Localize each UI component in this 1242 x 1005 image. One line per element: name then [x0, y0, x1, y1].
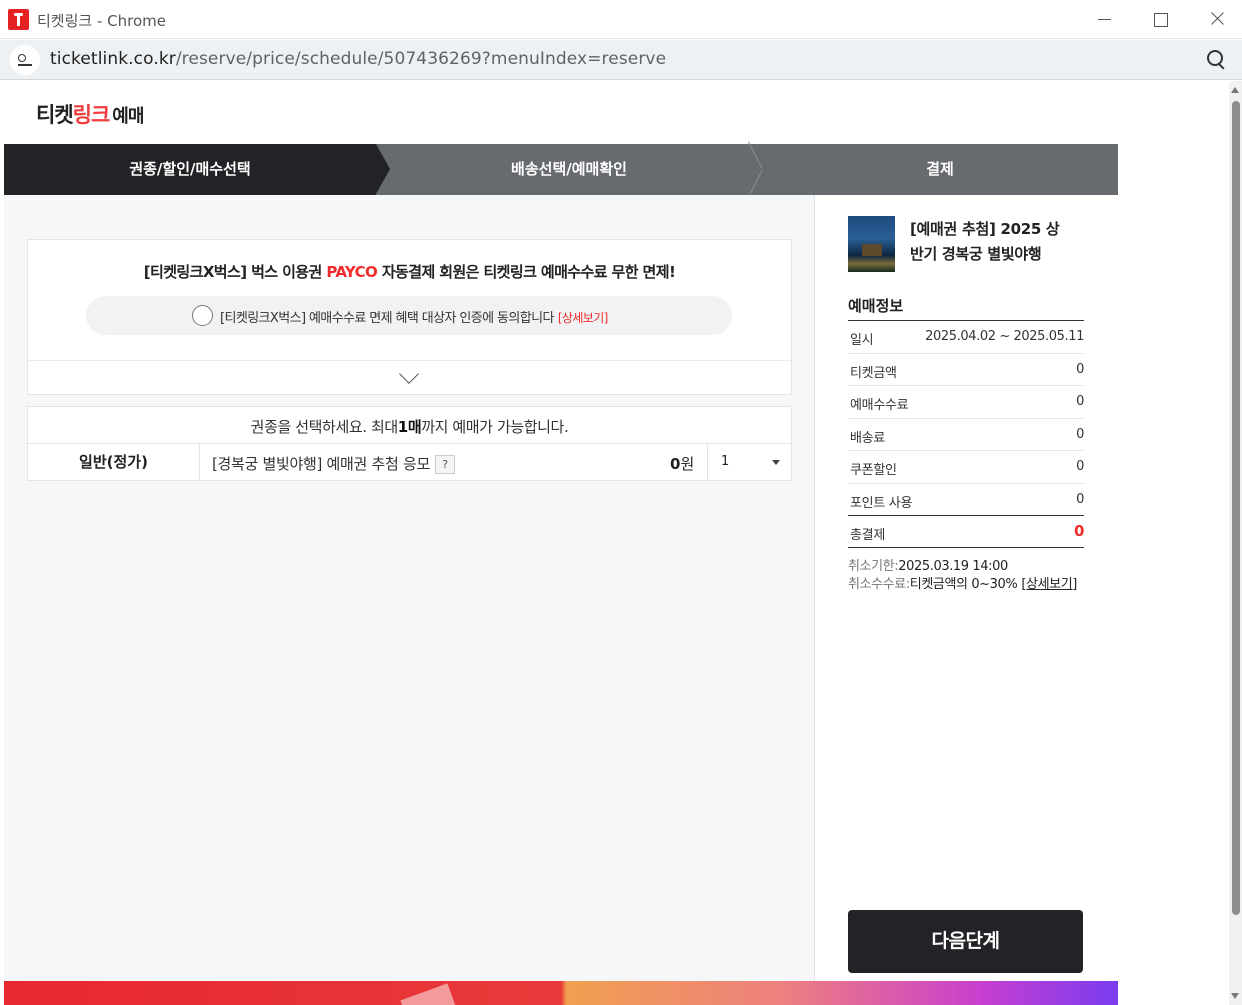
chevron-down-icon[interactable] [399, 364, 419, 384]
consent-detail-link[interactable]: [상세보기] [558, 311, 609, 325]
ticketlink-logo: 티켓링크 예매 [36, 99, 144, 129]
promo-box: [티켓링크X벅스] 벅스 이용권 PAYCO 자동결제 회원은 티켓링크 예매수… [27, 239, 792, 395]
promo-divider [28, 360, 791, 361]
url-field[interactable]: ticketlink.co.kr/reserve/price/schedule/… [50, 49, 666, 69]
info-key: 쿠폰할인 [850, 463, 897, 478]
info-value: 2025.04.02 ~ 2025.05.11 [925, 329, 1084, 344]
cancel-fee-detail-link[interactable]: [상세보기] [1021, 577, 1077, 592]
page-margin [1118, 81, 1229, 1005]
reservation-page: 티켓링크 예매 권종/할인/매수선택 배송선택/예매확인 결제 [티켓링크X벅스]… [4, 81, 1118, 1005]
info-value: 0 [1076, 394, 1084, 409]
next-step-button[interactable]: 다음단계 [848, 910, 1083, 973]
promo-title-before: [티켓링크X벅스] 벅스 이용권 [143, 263, 327, 281]
scroll-up-icon[interactable] [1231, 87, 1239, 93]
show-poster [848, 216, 895, 272]
cancel-fee-label: 취소수수료: [848, 577, 910, 592]
ticket-price-unit: 원 [680, 455, 695, 473]
scrollbar-thumb[interactable] [1232, 101, 1240, 915]
ticket-type-box: 권종을 선택하세요. 최대1매까지 예매가 가능합니다. 일반(정가) [경복궁… [27, 406, 792, 481]
info-key: 티켓금액 [850, 365, 897, 381]
consent-label: [티켓링크X벅스] 예매수수료 면제 혜택 대상자 인증에 동의합니다 [220, 311, 554, 326]
info-row-points: 포인트 사용 0 [848, 484, 1084, 516]
ticket-price-num: 0 [670, 455, 681, 473]
window-title: 티켓링크 - Chrome [37, 12, 166, 30]
step-divider [748, 144, 762, 195]
total-key: 총결제 [850, 528, 885, 543]
booking-info-title: 예매정보 [848, 297, 904, 315]
cancel-deadline-label: 취소기한: [848, 559, 899, 574]
info-key: 일시 [850, 333, 874, 348]
info-value: 0 [1076, 491, 1084, 507]
logo-part2: 링크 [72, 103, 111, 127]
cancel-fee-value: 티켓금액의 0~30% [909, 577, 1018, 592]
show-title: [예매권 추첨] 2025 상반기 경복궁 별빛야행 [910, 220, 1060, 263]
logo-part3: 예매 [112, 106, 144, 127]
ticket-name: [경복궁 별빛야행] 예매권 추첨 응모? [212, 453, 455, 474]
maximize-button[interactable] [1137, 6, 1183, 34]
cancel-fee: 취소수수료:티켓금액의 0~30% [상세보기] [848, 576, 1077, 594]
url-domain: ticketlink.co.kr [50, 49, 176, 69]
quantity-select[interactable]: 1 [707, 444, 792, 481]
info-value: 0 [1076, 426, 1084, 442]
step-arrow [376, 144, 390, 194]
address-bar: ticketlink.co.kr/reserve/price/schedule/… [0, 40, 1242, 80]
info-row-date: 일시 2025.04.02 ~ 2025.05.11 [848, 321, 1084, 354]
logo-part1: 티켓 [36, 103, 74, 127]
info-row-ticket-amount: 티켓금액 0 [848, 354, 1084, 386]
cancel-deadline: 취소기한:2025.03.19 14:00 [848, 558, 1077, 576]
total-value: 0 [1073, 522, 1084, 540]
step-navigation: 권종/할인/매수선택 배송선택/예매확인 결제 [4, 144, 1118, 195]
scroll-down-icon[interactable] [1231, 993, 1239, 999]
ticket-name-text: [경복궁 별빛야행] 예매권 추첨 응모 [212, 455, 430, 473]
ticket-grade: 일반(정가) [28, 444, 200, 481]
vertical-scrollbar[interactable] [1229, 81, 1242, 1005]
step-delivery-confirm: 배송선택/예매확인 [511, 160, 627, 178]
payco-text: PAYCO [326, 263, 378, 281]
hint-after: 까지 예매가 가능합니다. [421, 418, 569, 436]
ticket-selection-area: [티켓링크X벅스] 벅스 이용권 PAYCO 자동결제 회원은 티켓링크 예매수… [4, 195, 814, 981]
info-row-total: 총결제 0 [848, 515, 1084, 548]
info-value: 0 [1076, 361, 1084, 377]
info-key: 포인트 사용 [850, 495, 913, 511]
close-window-button[interactable] [1194, 6, 1240, 34]
info-key: 배송료 [850, 430, 885, 446]
quantity-value: 1 [721, 454, 730, 469]
cancel-deadline-value: 2025.03.19 14:00 [898, 559, 1008, 574]
cancel-info: 취소기한:2025.03.19 14:00 취소수수료:티켓금액의 0~30%[… [848, 558, 1077, 594]
booking-summary-sidebar: [예매권 추첨] 2025 상반기 경복궁 별빛야행 예매정보 일시 2025.0… [814, 195, 1118, 981]
dropdown-arrow-icon [772, 460, 780, 465]
help-icon[interactable]: ? [434, 455, 455, 474]
info-row-coupon: 쿠폰할인 0 [848, 451, 1084, 484]
consent-text: [티켓링크X벅스] 예매수수료 면제 혜택 대상자 인증에 동의합니다 [상세보기… [220, 307, 608, 326]
info-value: 0 [1076, 459, 1084, 474]
consent-row[interactable]: [티켓링크X벅스] 예매수수료 면제 혜택 대상자 인증에 동의합니다 [상세보기… [86, 296, 732, 335]
step-ticket-select: 권종/할인/매수선택 [4, 144, 376, 195]
site-info-icon[interactable] [10, 45, 40, 75]
info-key: 예매수수료 [850, 398, 909, 413]
browser-titlebar: 티켓링크 - Chrome [0, 0, 1242, 39]
minimize-button[interactable] [1080, 6, 1126, 34]
url-path: /reserve/price/schedule/507436269?menuIn… [175, 49, 667, 69]
booking-info-table: 일시 2025.04.02 ~ 2025.05.11 티켓금액 0 예매수수료 0 배… [848, 320, 1084, 548]
promo-title-after: 자동결제 회원은 티켓링크 예매수수료 무한 면제! [377, 263, 676, 281]
hint-before: 권종을 선택하세요. 최대 [250, 418, 399, 436]
ticketlink-app-icon [8, 9, 29, 30]
promo-title: [티켓링크X벅스] 벅스 이용권 PAYCO 자동결제 회원은 티켓링크 예매수… [28, 261, 791, 282]
consent-radio[interactable] [192, 305, 213, 326]
step-payment: 결제 [926, 160, 954, 178]
ticket-price: 0원 [670, 453, 694, 474]
zoom-icon[interactable] [1206, 49, 1228, 71]
bottom-banner[interactable] [4, 981, 1118, 1005]
info-row-delivery-fee: 배송료 0 [848, 419, 1084, 451]
hint-max: 1매 [397, 418, 422, 436]
info-row-booking-fee: 예매수수료 0 [848, 386, 1084, 419]
ticket-hint: 권종을 선택하세요. 최대1매까지 예매가 가능합니다. [28, 416, 791, 437]
ticket-row: 일반(정가) [경복궁 별빛야행] 예매권 추첨 응모? 0원 1 [28, 443, 791, 481]
